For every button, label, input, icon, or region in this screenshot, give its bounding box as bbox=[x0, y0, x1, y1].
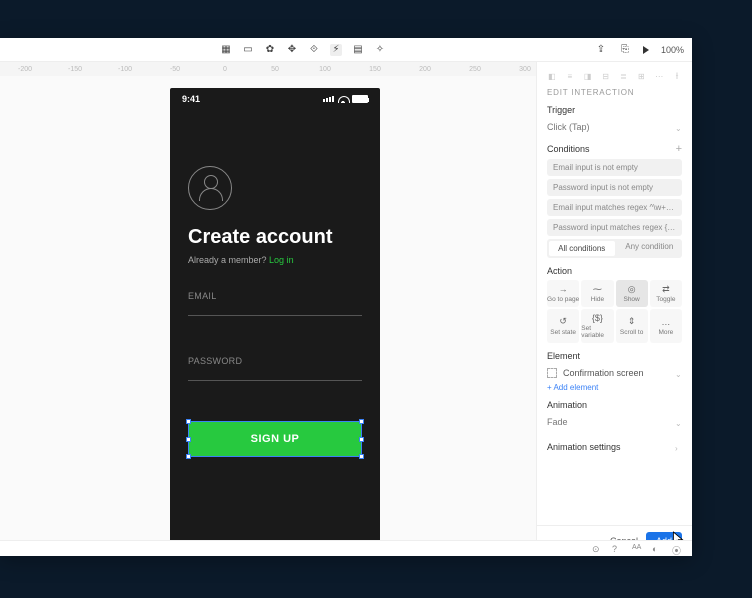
horizontal-ruler: -200 -150 -100 -50 0 50 100 150 200 250 … bbox=[0, 62, 536, 76]
statusbar-time: 9:41 bbox=[182, 94, 200, 104]
chevron-down-icon: ⌄ bbox=[675, 124, 682, 131]
lightning-icon[interactable]: ⚡︎ bbox=[330, 44, 342, 56]
action-set-state[interactable]: ↺Set state bbox=[547, 309, 579, 343]
mini-icon[interactable]: ≡ bbox=[565, 72, 575, 81]
condition-item[interactable]: Password input matches regex {8,} bbox=[547, 219, 682, 236]
toggle-icon: ⇄ bbox=[662, 284, 670, 294]
top-toolbar: ▦ ▭ ✿ ✥ ⟐ ⚡︎ ▤ ✧ ⇪ ⎘ 100% bbox=[0, 38, 692, 62]
share-icon[interactable]: ⇪ bbox=[595, 44, 607, 56]
mini-icon[interactable]: ⊞ bbox=[636, 72, 646, 81]
animation-section-title: Animation bbox=[547, 400, 682, 410]
animation-dropdown[interactable]: Fade ⌄ bbox=[547, 414, 682, 430]
status-icon[interactable]: ◐ bbox=[652, 544, 662, 554]
selection-handle[interactable] bbox=[359, 419, 364, 424]
add-element-link[interactable]: + Add element bbox=[547, 383, 682, 392]
trigger-dropdown[interactable]: Click (Tap) ⌄ bbox=[547, 119, 682, 135]
state-icon: ↺ bbox=[559, 317, 567, 327]
status-icon[interactable]: ? bbox=[612, 544, 622, 554]
image-icon[interactable]: ▭ bbox=[242, 44, 254, 56]
action-grid: →Go to page ⁓Hide ◎Show ⇄Toggle ↺Set sta… bbox=[547, 280, 682, 343]
password-field-label: PASSWORD bbox=[188, 356, 362, 366]
avatar-placeholder-icon bbox=[188, 166, 232, 210]
condition-item[interactable]: Email input matches regex ^\w+([-+.']\w+… bbox=[547, 199, 682, 216]
email-field-label: EMAIL bbox=[188, 291, 362, 301]
element-thumb-icon bbox=[547, 368, 557, 378]
mini-icon[interactable]: ⫲ bbox=[672, 71, 682, 81]
scroll-icon: ⇕ bbox=[628, 317, 636, 327]
panel-mini-toolbar: ◧ ≡ ◨ ⊟ ≣ ⊞ ⋯ ⫲ bbox=[547, 70, 682, 82]
action-show[interactable]: ◎Show bbox=[616, 280, 648, 307]
mini-icon[interactable]: ⋯ bbox=[654, 72, 664, 81]
selection-handle[interactable] bbox=[186, 437, 191, 442]
connect-icon[interactable]: ✧ bbox=[374, 44, 386, 56]
eye-icon: ◎ bbox=[628, 284, 636, 294]
action-hide[interactable]: ⁓Hide bbox=[581, 280, 613, 307]
more-icon: … bbox=[661, 317, 670, 327]
action-section-title: Action bbox=[547, 266, 682, 276]
selection-handle[interactable] bbox=[359, 454, 364, 459]
mini-icon[interactable]: ◧ bbox=[547, 72, 557, 81]
mini-icon[interactable]: ◨ bbox=[583, 72, 593, 81]
grid-icon[interactable]: ▤ bbox=[352, 44, 364, 56]
compass-icon[interactable]: ✿ bbox=[264, 44, 276, 56]
wifi-icon bbox=[338, 96, 348, 103]
settings-icon[interactable]: ⎘ bbox=[619, 44, 631, 56]
arrows-icon[interactable]: ✥ bbox=[286, 44, 298, 56]
condition-item[interactable]: Email input is not empty bbox=[547, 159, 682, 176]
battery-icon bbox=[352, 95, 368, 103]
signup-button[interactable]: SIGN UP bbox=[188, 421, 362, 457]
action-goto-page[interactable]: →Go to page bbox=[547, 280, 579, 307]
condition-item[interactable]: Password input is not empty bbox=[547, 179, 682, 196]
zoom-level[interactable]: 100% bbox=[661, 45, 684, 55]
action-set-variable[interactable]: {$}Set variable bbox=[581, 309, 613, 343]
arrow-right-icon: → bbox=[559, 284, 568, 294]
password-field[interactable] bbox=[188, 380, 362, 381]
status-icon[interactable]: ⊙ bbox=[592, 544, 602, 554]
bottom-statusbar: ⊙ ? AA ◐ ⦿ bbox=[0, 540, 692, 556]
status-icon[interactable]: AA bbox=[632, 544, 642, 554]
trigger-section-title: Trigger bbox=[547, 105, 682, 115]
phone-artboard[interactable]: 9:41 Create account Already a member? Lo… bbox=[170, 88, 380, 542]
design-canvas[interactable]: -200 -150 -100 -50 0 50 100 150 200 250 … bbox=[0, 62, 536, 556]
selection-handle[interactable] bbox=[186, 454, 191, 459]
element-section-title: Element bbox=[547, 351, 682, 361]
action-toggle[interactable]: ⇄Toggle bbox=[650, 280, 682, 307]
phone-statusbar: 9:41 bbox=[170, 88, 380, 110]
panel-header: EDIT INTERACTION bbox=[547, 88, 682, 97]
conditions-section-title: Conditions bbox=[547, 144, 590, 154]
anim-settings-title: Animation settings bbox=[547, 442, 621, 452]
mini-icon[interactable]: ≣ bbox=[619, 72, 629, 81]
segment-all[interactable]: All conditions bbox=[549, 241, 615, 256]
selection-handle[interactable] bbox=[359, 437, 364, 442]
email-field[interactable] bbox=[188, 315, 362, 316]
code-icon[interactable]: ⟐ bbox=[308, 44, 320, 56]
screen-subtitle: Already a member? Log in bbox=[188, 255, 362, 265]
segment-any[interactable]: Any condition bbox=[617, 239, 683, 258]
conditions-mode-segment[interactable]: All conditions Any condition bbox=[547, 239, 682, 258]
action-more[interactable]: …More bbox=[650, 309, 682, 343]
selection-handle[interactable] bbox=[186, 419, 191, 424]
add-condition-button[interactable]: + bbox=[676, 143, 682, 155]
hide-icon: ⁓ bbox=[593, 284, 602, 294]
chevron-down-icon: ⌄ bbox=[675, 370, 682, 377]
play-icon[interactable] bbox=[643, 46, 649, 54]
action-scroll-to[interactable]: ⇕Scroll to bbox=[616, 309, 648, 343]
element-picker[interactable]: Confirmation screen ⌄ bbox=[547, 365, 682, 381]
chevron-right-icon[interactable]: › bbox=[675, 444, 682, 451]
properties-panel: ◧ ≡ ◨ ⊟ ≣ ⊞ ⋯ ⫲ EDIT INTERACTION Trigger… bbox=[536, 62, 692, 556]
login-link[interactable]: Log in bbox=[269, 255, 294, 265]
folder-icon[interactable]: ▦ bbox=[220, 44, 232, 56]
chevron-down-icon: ⌄ bbox=[675, 419, 682, 426]
signal-icon bbox=[323, 96, 334, 102]
variable-icon: {$} bbox=[592, 313, 603, 323]
status-icon[interactable]: ⦿ bbox=[672, 544, 682, 554]
screen-title: Create account bbox=[188, 226, 362, 249]
mini-icon[interactable]: ⊟ bbox=[601, 72, 611, 81]
